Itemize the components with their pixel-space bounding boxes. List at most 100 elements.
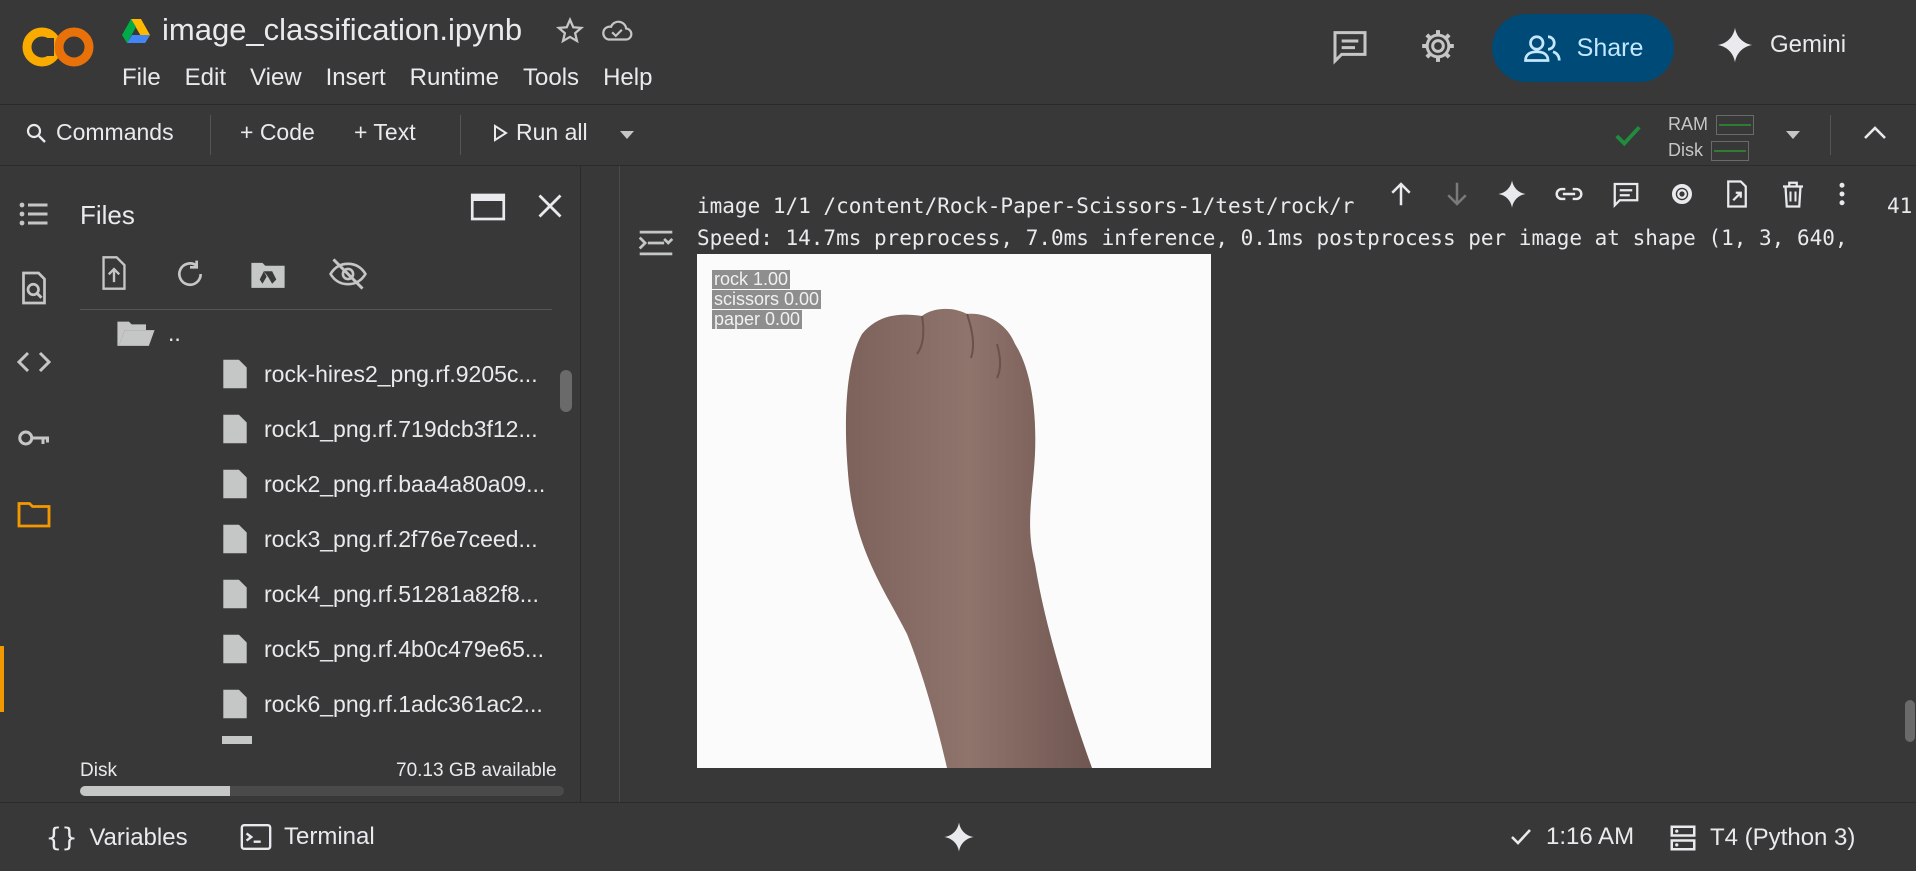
menu-bar: File Edit View Insert Runtime Tools Help: [122, 64, 676, 92]
file-row[interactable]: rock2_png.rf.baa4a80a09...: [222, 464, 545, 504]
runtime-label: T4 (Python 3): [1710, 824, 1856, 851]
files-panel-title: Files: [80, 200, 135, 230]
file-name: rock3_png.rf.2f76e7ceed...: [264, 525, 538, 552]
file-row[interactable]: rock-hires2_png.rf.9205c...: [222, 354, 538, 394]
execution-status[interactable]: 1:16 AM: [1508, 823, 1634, 851]
menu-tools[interactable]: Tools: [523, 64, 579, 92]
parent-folder-row[interactable]: ..: [116, 318, 181, 348]
file-row[interactable]: rock5_png.rf.4b0c479e65...: [222, 629, 544, 669]
file-row[interactable]: rock3_png.rf.2f76e7ceed...: [222, 519, 538, 559]
search-icon: [24, 121, 48, 145]
notebook-toolbar: Commands + Code + Text Run all RAM Disk: [0, 105, 1916, 166]
refresh-icon[interactable]: [174, 258, 206, 290]
comment-icon[interactable]: [1330, 26, 1370, 66]
menu-insert[interactable]: Insert: [326, 64, 386, 92]
file-row[interactable]: rock4_png.rf.51281a82f8...: [222, 574, 539, 614]
file-name: rock2_png.rf.baa4a80a09...: [264, 470, 546, 497]
prediction-label: paper 0.00: [712, 309, 803, 329]
output-line-tail: 41: [1887, 194, 1913, 218]
menu-runtime[interactable]: Runtime: [410, 64, 499, 92]
gemini-button[interactable]: Gemini: [1716, 26, 1846, 64]
file-icon: [222, 468, 248, 500]
cell-settings-gear-icon[interactable]: [1667, 179, 1697, 209]
file-icon: [222, 413, 248, 445]
output-line-speed: Speed: 14.7ms preprocess, 7.0ms inferenc…: [697, 226, 1848, 250]
disk-usage-label: Disk: [80, 760, 117, 781]
link-icon[interactable]: [1553, 179, 1585, 209]
parent-folder-label: ..: [168, 319, 181, 346]
ram-meter: [1716, 115, 1754, 136]
comment-icon[interactable]: [1611, 179, 1641, 209]
files-panel: Files .. rock-hires2_png.rf.9205c... roc…: [66, 166, 581, 802]
toolbar-divider: [460, 115, 461, 155]
upload-file-icon[interactable]: [98, 256, 130, 290]
table-of-contents-icon[interactable]: [16, 196, 52, 232]
runtime-dropdown-icon[interactable]: [1784, 129, 1802, 141]
run-all-dropdown-icon[interactable]: [618, 129, 636, 141]
menu-view[interactable]: View: [250, 64, 302, 92]
commands-button[interactable]: Commands: [24, 119, 174, 146]
open-in-tab-icon[interactable]: [470, 192, 506, 222]
collapse-chevron-up-icon[interactable]: [1862, 123, 1888, 143]
header: image_classification.ipynb File Edit Vie…: [0, 0, 1916, 105]
gemini-label: Gemini: [1770, 31, 1847, 58]
run-all-button[interactable]: Run all: [492, 119, 588, 146]
notebook-area: image 1/1 /content/Rock-Paper-Scissors-1…: [581, 166, 1916, 802]
file-name: rock5_png.rf.4b0c479e65...: [264, 635, 545, 662]
file-icon: [222, 578, 248, 610]
variables-button[interactable]: {} Variables: [46, 823, 188, 853]
notebook-title[interactable]: image_classification.ipynb: [162, 12, 522, 48]
code-snippets-icon[interactable]: [16, 344, 52, 380]
gemini-sparkle-icon[interactable]: [1497, 179, 1527, 209]
terminal-icon: [240, 824, 272, 850]
delete-trash-icon[interactable]: [1778, 179, 1808, 209]
colab-logo[interactable]: [22, 22, 96, 72]
prediction-label: scissors 0.00: [712, 289, 822, 309]
file-icon: [222, 358, 248, 390]
move-down-arrow-icon[interactable]: [1442, 179, 1472, 209]
gemini-sparkle-icon[interactable]: [943, 821, 975, 853]
cell-toolbar: [1373, 166, 1863, 222]
add-code-label: + Code: [240, 119, 315, 145]
more-vert-icon[interactable]: [1834, 179, 1850, 209]
secrets-key-icon[interactable]: [16, 420, 52, 456]
braces-icon: {}: [46, 823, 78, 853]
file-name: rock4_png.rf.51281a82f8...: [264, 580, 539, 607]
add-text-button[interactable]: + Text: [354, 119, 416, 146]
disk-usage-bar: [80, 786, 564, 796]
resource-monitor[interactable]: RAM Disk: [1668, 111, 1754, 163]
file-name: rock6_png.rf.1adc361ac2...: [264, 690, 543, 717]
settings-gear-icon[interactable]: [1418, 26, 1458, 66]
active-indicator: [0, 646, 4, 712]
menu-file[interactable]: File: [122, 64, 161, 92]
file-row[interactable]: rock6_png.rf.1adc361ac2...: [222, 684, 543, 724]
cloud-saved-icon[interactable]: [600, 16, 634, 46]
output-toggle-icon[interactable]: [637, 226, 675, 260]
notebook-scrollbar[interactable]: [1905, 700, 1915, 742]
add-code-button[interactable]: + Code: [240, 119, 315, 146]
terminal-button[interactable]: Terminal: [240, 823, 375, 851]
files-folder-icon[interactable]: [16, 496, 52, 532]
menu-edit[interactable]: Edit: [185, 64, 226, 92]
server-icon: [1668, 823, 1698, 853]
close-panel-icon[interactable]: [536, 192, 564, 220]
disk-meter: [1711, 141, 1749, 162]
star-icon[interactable]: [555, 16, 585, 46]
open-folder-icon: [116, 318, 156, 348]
file-row[interactable]: rock1_png.rf.719dcb3f12...: [222, 409, 538, 449]
move-up-arrow-icon[interactable]: [1386, 179, 1416, 209]
mirror-cell-icon[interactable]: [1722, 179, 1752, 209]
run-all-label: Run all: [516, 119, 588, 145]
status-bar: {} Variables Terminal 1:16 AM T4 (Python…: [0, 802, 1916, 871]
mount-drive-icon[interactable]: [250, 258, 286, 290]
share-button[interactable]: Share: [1492, 14, 1674, 82]
hide-files-eye-off-icon[interactable]: [328, 258, 368, 290]
prediction-label: rock 1.00: [712, 269, 791, 289]
file-name: rock-hires2_png.rf.9205c...: [264, 360, 538, 387]
google-drive-icon: [122, 18, 150, 44]
people-icon: [1523, 33, 1563, 63]
runtime-info[interactable]: T4 (Python 3): [1668, 823, 1855, 853]
files-scrollbar[interactable]: [560, 370, 572, 412]
menu-help[interactable]: Help: [603, 64, 652, 92]
find-replace-icon[interactable]: [16, 270, 52, 306]
